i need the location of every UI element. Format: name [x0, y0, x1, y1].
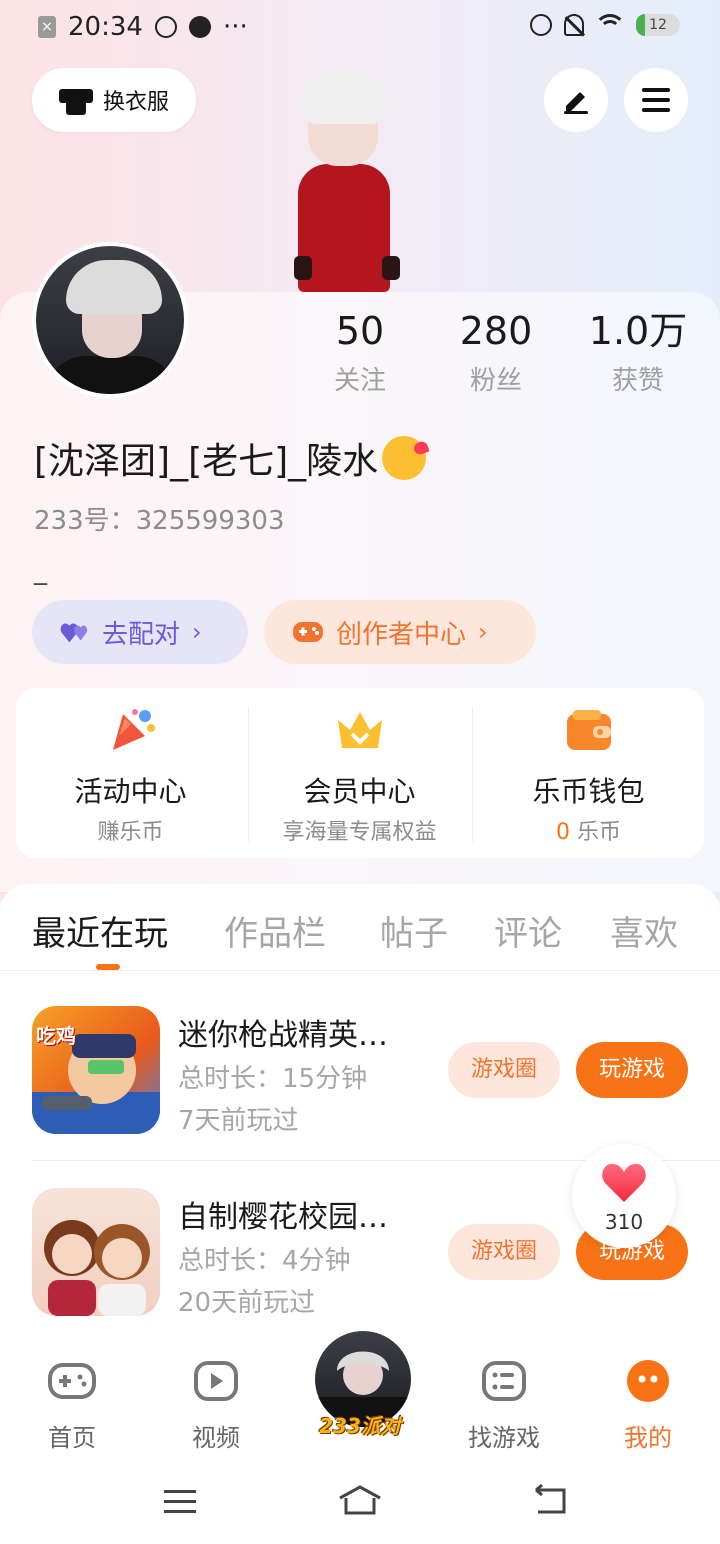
- chevron-right-icon: ›: [478, 618, 488, 646]
- menu-button[interactable]: [624, 68, 688, 132]
- nav-find-games-label: 找游戏: [468, 1424, 540, 1452]
- following-label: 关注: [333, 366, 386, 396]
- game-circle-button[interactable]: 游戏圈: [448, 1224, 560, 1280]
- coin-balance: 0: [556, 820, 570, 845]
- activity-center-title: 活动中心: [74, 775, 187, 808]
- app-notification-icon: [154, 16, 177, 38]
- user-nickname: [沈泽团]_[老七]_陵水: [34, 432, 427, 484]
- tab-recent-played[interactable]: 最近在玩: [32, 906, 168, 955]
- gamepad-icon: [48, 1363, 96, 1399]
- app-notification-icon-2: [188, 16, 211, 38]
- bell-muted-icon: [564, 14, 584, 36]
- creator-center-label: 创作者中心: [336, 619, 467, 650]
- coin-wallet-sub: 0 乐币: [474, 814, 703, 846]
- coin-unit: 乐币: [570, 820, 621, 845]
- status-more-dots: ···: [222, 12, 248, 42]
- coin-wallet[interactable]: 乐币钱包 0 乐币: [474, 688, 703, 858]
- nickname-text: [沈泽团]_[老七]_陵水: [34, 441, 379, 482]
- change-outfit-label: 换衣服: [102, 90, 169, 115]
- avatar-3d-figure[interactable]: [290, 56, 400, 296]
- activity-center[interactable]: 活动中心 赚乐币: [16, 688, 245, 858]
- creator-center-button[interactable]: 创作者中心 ›: [264, 600, 536, 664]
- game-icon[interactable]: [32, 1188, 160, 1316]
- game-last-played: 7天前玩过: [178, 1106, 299, 1136]
- double-heart-icon: [60, 623, 88, 643]
- activity-center-sub: 赚乐币: [97, 820, 164, 845]
- status-bar: × 20:34 ··· 12: [0, 0, 720, 56]
- recent-apps-icon[interactable]: [162, 1488, 198, 1516]
- party-label[interactable]: 233派对: [312, 1410, 408, 1439]
- like-count: 310: [604, 1210, 644, 1234]
- profile-avatar[interactable]: [32, 242, 188, 398]
- stat-following[interactable]: 50 关注: [300, 308, 420, 397]
- game-icon[interactable]: 吃鸡: [32, 1006, 160, 1134]
- match-label: 去配对: [102, 619, 181, 650]
- alarm-icon: [530, 14, 552, 36]
- likes-count: 1.0万: [588, 309, 688, 353]
- nav-home-label: 首页: [48, 1424, 96, 1452]
- tab-works[interactable]: 作品栏: [224, 906, 326, 955]
- quick-access-panel: 活动中心 赚乐币 会员中心 享海量专属权益 乐币钱包 0 乐币: [16, 688, 704, 858]
- wallet-icon: [566, 710, 611, 750]
- gamepad-icon: [293, 622, 323, 642]
- game-icon-text: 吃鸡: [36, 1024, 76, 1048]
- game-duration: 总时长：4分钟: [178, 1246, 351, 1276]
- tab-comments[interactable]: 评论: [494, 906, 562, 955]
- stat-followers[interactable]: 280 粉丝: [436, 308, 556, 397]
- nav-mine-label: 我的: [624, 1424, 672, 1452]
- tab-likes[interactable]: 喜欢: [610, 906, 678, 955]
- battery-indicator: 12: [636, 14, 680, 36]
- game-duration: 总时长：15分钟: [178, 1064, 368, 1094]
- wifi-icon: [596, 14, 624, 36]
- list-icon: [482, 1361, 526, 1401]
- status-time: 20:34: [68, 12, 143, 42]
- nav-mine[interactable]: 我的: [588, 1360, 708, 1453]
- list-item[interactable]: 吃鸡 迷你枪战精英… 总时长：15分钟 7天前玩过 游戏圈 玩游戏: [0, 1006, 720, 1156]
- vip-center-sub: 享海量专属权益: [282, 820, 437, 845]
- crown-icon: [337, 712, 382, 748]
- pen-icon: [564, 92, 588, 114]
- nav-video-label: 视频: [192, 1424, 240, 1452]
- coin-wallet-title: 乐币钱包: [532, 775, 645, 808]
- tshirt-icon: [58, 85, 93, 115]
- stat-likes[interactable]: 1.0万 获赞: [572, 308, 704, 397]
- smile-face-icon: [627, 1360, 669, 1402]
- tab-posts[interactable]: 帖子: [380, 906, 448, 955]
- game-last-played: 20天前玩过: [178, 1288, 316, 1318]
- followers-count: 280: [459, 309, 533, 353]
- nav-video[interactable]: 视频: [156, 1360, 276, 1453]
- nav-home[interactable]: 首页: [12, 1360, 132, 1453]
- heart-icon: [602, 1163, 646, 1202]
- notification-x-icon: ×: [38, 16, 56, 38]
- match-button[interactable]: 去配对 ›: [32, 600, 248, 664]
- kiss-emoji-icon: [382, 436, 427, 480]
- vip-center[interactable]: 会员中心 享海量专属权益: [245, 688, 474, 858]
- change-outfit-button[interactable]: 换衣服: [32, 68, 196, 132]
- edit-profile-button[interactable]: [544, 68, 608, 132]
- party-popper-icon: [112, 709, 155, 750]
- game-title: 迷你枪战精英…: [178, 1018, 388, 1053]
- user-id: 233号：325599303: [34, 506, 285, 536]
- profile-tabs: 最近在玩 作品栏 帖子 评论 喜欢: [0, 884, 720, 970]
- like-float-button[interactable]: 310: [572, 1144, 676, 1248]
- user-bio: _: [34, 556, 47, 586]
- followers-label: 粉丝: [469, 366, 522, 396]
- nav-find-games[interactable]: 找游戏: [444, 1360, 564, 1453]
- vip-center-title: 会员中心: [303, 775, 416, 808]
- game-title: 自制樱花校园…: [178, 1200, 388, 1235]
- likes-label: 获赞: [611, 366, 664, 396]
- back-icon[interactable]: [530, 1484, 570, 1516]
- home-icon[interactable]: [336, 1484, 384, 1516]
- play-game-button[interactable]: 玩游戏: [576, 1042, 688, 1098]
- following-count: 50: [335, 309, 385, 353]
- chevron-right-icon: ›: [192, 618, 202, 646]
- hamburger-menu-icon: [642, 88, 670, 112]
- system-navigation-bar: [0, 1470, 720, 1544]
- video-play-icon: [194, 1361, 238, 1401]
- game-circle-button[interactable]: 游戏圈: [448, 1042, 560, 1098]
